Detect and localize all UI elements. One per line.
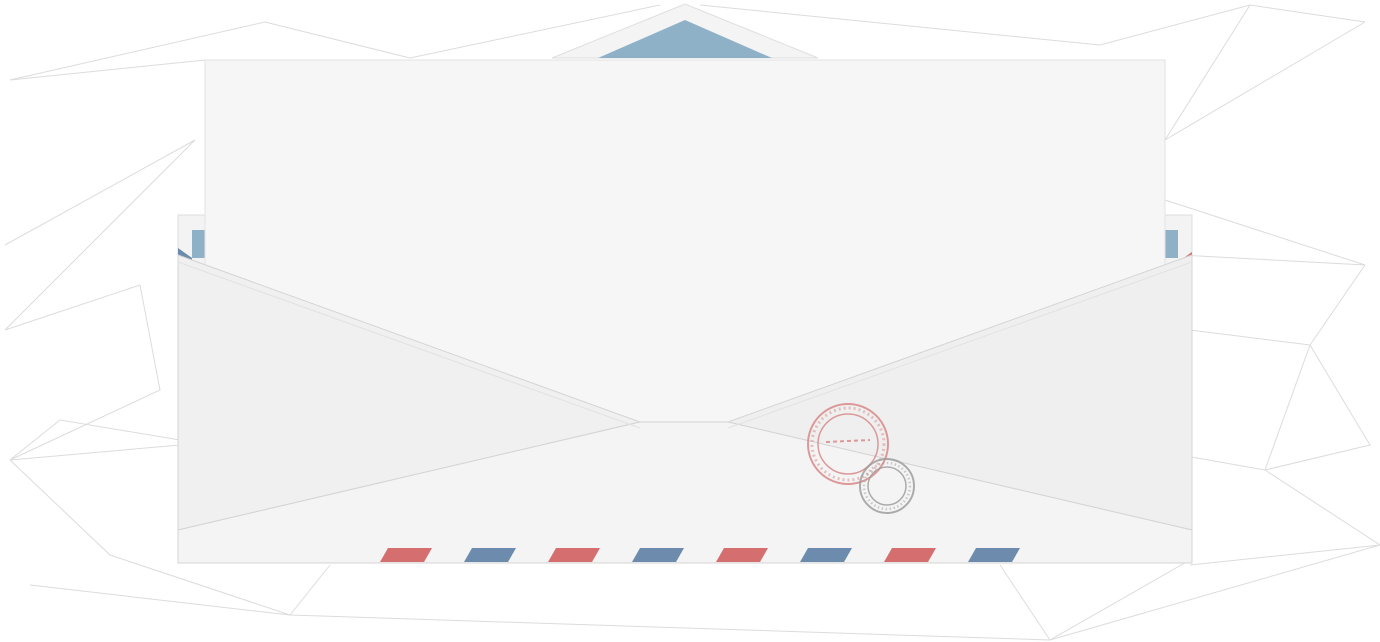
airmail-envelope-scene <box>0 0 1380 642</box>
envelope-liner-left <box>192 230 205 258</box>
envelope-top-flap <box>551 3 819 59</box>
envelope-illustration <box>177 3 1193 564</box>
envelope-liner-right <box>1164 230 1178 258</box>
